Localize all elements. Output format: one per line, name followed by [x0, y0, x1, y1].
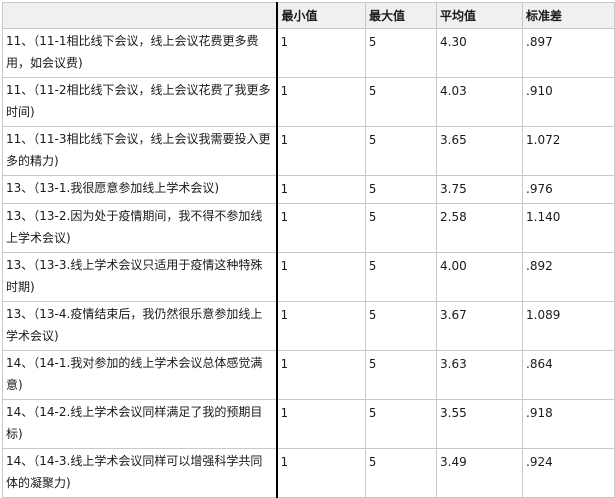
sd-value: 1.089	[522, 301, 615, 351]
mean-value: 3.55	[436, 399, 523, 449]
mean-value: 2.58	[436, 203, 523, 253]
min-value: 1	[276, 77, 366, 127]
item-label: 11、（11-1相比线下会议，线上会议花费更多费用，如会议费)	[2, 28, 278, 78]
item-label: 14、（14-3.线上学术会议同样可以增强科学共同体的凝聚力)	[2, 448, 278, 498]
item-label: 14、（14-2.线上学术会议同样满足了我的预期目标)	[2, 399, 278, 449]
header-min: 最小值	[276, 2, 366, 29]
sd-value: 1.140	[522, 203, 615, 253]
min-value: 1	[276, 301, 366, 351]
min-value: 1	[276, 126, 366, 176]
header-row: 最小值 最大值 平均值 标准差	[2, 2, 615, 29]
max-value: 5	[365, 448, 437, 498]
item-label: 14、（14-1.我对参加的线上学术会议总体感觉满意)	[2, 350, 278, 400]
sd-value: .976	[522, 175, 615, 204]
item-label: 13、（13-4.疫情结束后，我仍然很乐意参加线上学术会议)	[2, 301, 278, 351]
mean-value: 4.03	[436, 77, 523, 127]
max-value: 5	[365, 203, 437, 253]
item-label: 11、（11-3相比线下会议，线上会议我需要投入更多的精力)	[2, 126, 278, 176]
min-value: 1	[276, 448, 366, 498]
table-row: 11、（11-2相比线下会议，线上会议花费了我更多时间) 1 5 4.03 .9…	[2, 77, 615, 127]
table-row: 13、（13-1.我很愿意参加线上学术会议) 1 5 3.75 .976	[2, 175, 615, 204]
mean-value: 4.00	[436, 252, 523, 302]
table-row: 11、（11-1相比线下会议，线上会议花费更多费用，如会议费) 1 5 4.30…	[2, 28, 615, 78]
min-value: 1	[276, 350, 366, 400]
header-max: 最大值	[365, 2, 437, 29]
descriptive-statistics-table: 最小值 最大值 平均值 标准差 11、（11-1相比线下会议，线上会议花费更多费…	[2, 2, 615, 498]
table-row: 14、（14-1.我对参加的线上学术会议总体感觉满意) 1 5 3.63 .86…	[2, 350, 615, 400]
header-mean: 平均值	[436, 2, 523, 29]
min-value: 1	[276, 28, 366, 78]
min-value: 1	[276, 252, 366, 302]
table-row: 14、（14-2.线上学术会议同样满足了我的预期目标) 1 5 3.55 .91…	[2, 399, 615, 449]
sd-value: .918	[522, 399, 615, 449]
mean-value: 3.67	[436, 301, 523, 351]
max-value: 5	[365, 399, 437, 449]
max-value: 5	[365, 126, 437, 176]
mean-value: 3.63	[436, 350, 523, 400]
item-label: 13、（13-3.线上学术会议只适用于疫情这种特殊时期)	[2, 252, 278, 302]
table-row: 13、（13-3.线上学术会议只适用于疫情这种特殊时期) 1 5 4.00 .8…	[2, 252, 615, 302]
header-sd: 标准差	[522, 2, 615, 29]
header-item	[2, 2, 278, 29]
max-value: 5	[365, 28, 437, 78]
table-row: 13、（13-2.因为处于疫情期间，我不得不参加线上学术会议) 1 5 2.58…	[2, 203, 615, 253]
sd-value: .864	[522, 350, 615, 400]
max-value: 5	[365, 77, 437, 127]
item-label: 13、（13-2.因为处于疫情期间，我不得不参加线上学术会议)	[2, 203, 278, 253]
item-label: 13、（13-1.我很愿意参加线上学术会议)	[2, 175, 278, 204]
item-label: 11、（11-2相比线下会议，线上会议花费了我更多时间)	[2, 77, 278, 127]
max-value: 5	[365, 301, 437, 351]
mean-value: 3.65	[436, 126, 523, 176]
mean-value: 3.49	[436, 448, 523, 498]
min-value: 1	[276, 399, 366, 449]
mean-value: 4.30	[436, 28, 523, 78]
sd-value: .897	[522, 28, 615, 78]
max-value: 5	[365, 252, 437, 302]
table-row: 11、（11-3相比线下会议，线上会议我需要投入更多的精力) 1 5 3.65 …	[2, 126, 615, 176]
min-value: 1	[276, 203, 366, 253]
mean-value: 3.75	[436, 175, 523, 204]
max-value: 5	[365, 175, 437, 204]
max-value: 5	[365, 350, 437, 400]
sd-value: .910	[522, 77, 615, 127]
table-row: 13、（13-4.疫情结束后，我仍然很乐意参加线上学术会议) 1 5 3.67 …	[2, 301, 615, 351]
min-value: 1	[276, 175, 366, 204]
table-row: 14、（14-3.线上学术会议同样可以增强科学共同体的凝聚力) 1 5 3.49…	[2, 448, 615, 498]
sd-value: 1.072	[522, 126, 615, 176]
sd-value: .924	[522, 448, 615, 498]
sd-value: .892	[522, 252, 615, 302]
